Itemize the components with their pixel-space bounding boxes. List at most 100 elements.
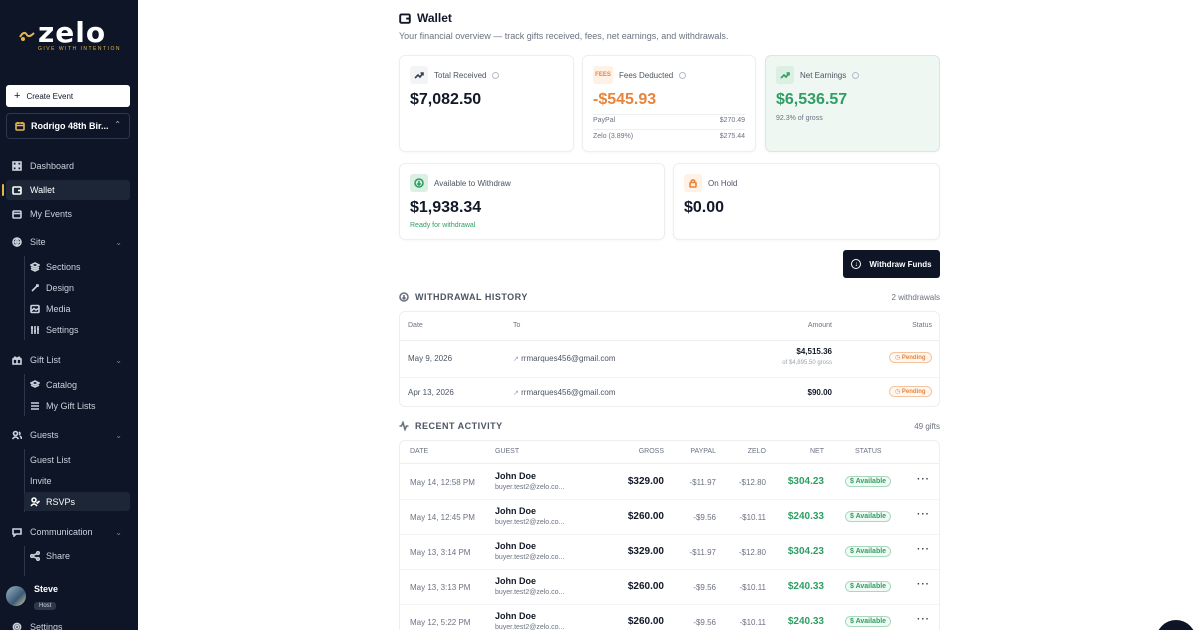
withdraw-funds-button[interactable]: ↓ Withdraw Funds xyxy=(843,250,940,278)
guest-email: buyer.test2@zelo.co... xyxy=(495,589,565,596)
status-badge: $ Available xyxy=(845,616,892,627)
total-received-value: $7,082.50 xyxy=(410,91,482,108)
page-title: Wallet xyxy=(399,11,452,25)
section-title: WITHDRAWAL HISTORY xyxy=(415,292,528,302)
sidebar-item-rsvps[interactable]: RSVPs xyxy=(24,492,130,511)
col-header-to: To xyxy=(513,322,521,329)
sidebar-item-label: Invite xyxy=(30,475,52,486)
info-icon[interactable] xyxy=(852,71,860,79)
external-link-icon: ↗ xyxy=(513,390,519,397)
gross-amount: $260.00 xyxy=(627,581,664,592)
guest-name: John Doe xyxy=(495,576,537,586)
net-amount: $304.23 xyxy=(787,546,824,557)
sidebar-item-site-settings[interactable]: Settings xyxy=(24,320,130,339)
fee-row: Zelo (3.89%) $275.44 xyxy=(593,133,745,140)
fee-row: PayPal $270.49 xyxy=(593,117,745,124)
divider xyxy=(400,340,939,341)
create-event-button[interactable]: + Create Event xyxy=(6,85,130,107)
paypal-fee: -$11.97 xyxy=(689,478,716,487)
sliders-icon xyxy=(30,325,40,335)
on-hold-value: $0.00 xyxy=(684,199,725,216)
status-badge-label: Pending xyxy=(901,355,926,361)
sidebar-item-share[interactable]: Share xyxy=(24,546,130,565)
activity-table: DATE GUEST GROSS PAYPAL ZELO NET STATUS … xyxy=(399,440,940,630)
logo-mark-icon xyxy=(19,31,35,41)
sidebar-item-sections[interactable]: Sections xyxy=(24,257,130,276)
more-actions-icon[interactable]: ··· xyxy=(917,474,930,485)
status-badge-label: Available xyxy=(855,513,887,520)
sidebar-item-communication[interactable]: Communication ⌄ xyxy=(6,522,130,542)
arrow-down-circle-icon xyxy=(399,292,409,302)
fee-name: Zelo (3.89%) xyxy=(593,133,634,140)
paypal-fee: -$9.56 xyxy=(693,618,716,627)
divider xyxy=(400,463,939,464)
withdrawal-date: Apr 13, 2026 xyxy=(408,388,454,397)
info-icon[interactable] xyxy=(679,71,687,79)
gift-count: 49 gifts xyxy=(914,422,940,431)
lock-icon xyxy=(684,174,702,192)
sidebar-item-wallet[interactable]: Wallet xyxy=(2,180,130,200)
sidebar-item-guests[interactable]: Guests ⌄ xyxy=(6,425,130,445)
paypal-fee: -$11.97 xyxy=(689,548,716,557)
sidebar-item-my-gift-lists[interactable]: My Gift Lists xyxy=(24,396,130,415)
paypal-fee: -$9.56 xyxy=(693,513,716,522)
user-name: Steve xyxy=(34,584,59,594)
page-title-text: Wallet xyxy=(417,11,452,25)
more-actions-icon[interactable]: ··· xyxy=(917,614,930,625)
card-label: Net Earnings xyxy=(800,70,847,80)
event-selector[interactable]: Rodrigo 48th Bir... ⌃ xyxy=(6,113,130,139)
sidebar-item-my-events[interactable]: My Events xyxy=(6,204,130,224)
available-value: $1,938.34 xyxy=(410,199,482,216)
role-badge: Host xyxy=(34,602,57,610)
sidebar-item-site[interactable]: Site ⌄ xyxy=(6,232,130,252)
chevron-updown-icon: ⌃ xyxy=(114,120,121,129)
sidebar-item-media[interactable]: Media xyxy=(24,299,130,318)
sidebar-item-label: Communication xyxy=(30,527,93,537)
sidebar-item-invite[interactable]: Invite xyxy=(24,471,130,490)
net-amount: $240.33 xyxy=(787,581,824,592)
sidebar-item-label: Guest List xyxy=(30,454,71,465)
fee-amount: $275.44 xyxy=(719,133,745,140)
divider xyxy=(593,114,745,115)
status-badge-label: Available xyxy=(855,548,887,555)
card-header: Net Earnings xyxy=(776,66,860,84)
available-note: Ready for withdrawal xyxy=(410,222,476,229)
status-badge-label: Available xyxy=(855,618,887,625)
more-actions-icon[interactable]: ··· xyxy=(917,509,930,520)
paypal-fee: -$9.56 xyxy=(693,583,716,592)
grid-icon xyxy=(12,161,22,171)
sidebar-item-label: Dashboard xyxy=(30,161,75,171)
logo[interactable]: zelo GIVE WITH INTENTION xyxy=(18,16,128,56)
fee-name: PayPal xyxy=(593,117,616,124)
sidebar-item-dashboard[interactable]: Dashboard xyxy=(6,156,130,176)
guest-email: buyer.test2@zelo.co... xyxy=(495,624,565,630)
info-icon[interactable] xyxy=(492,71,500,79)
sidebar-item-gift-list[interactable]: Gift List ⌄ xyxy=(6,350,130,370)
guest-name: John Doe xyxy=(495,611,537,621)
more-actions-icon[interactable]: ··· xyxy=(917,579,930,590)
sidebar-item-label: Gift List xyxy=(30,355,61,365)
more-actions-icon[interactable]: ··· xyxy=(917,544,930,555)
divider xyxy=(400,604,939,605)
card-label: Fees Deducted xyxy=(619,70,674,80)
user-profile[interactable]: Steve Host xyxy=(6,582,58,612)
guest-email: buyer.test2@zelo.co... xyxy=(495,519,565,526)
divider xyxy=(593,129,745,130)
sidebar-item-design[interactable]: Design xyxy=(24,278,130,297)
chat-launcher-button[interactable] xyxy=(1156,620,1196,630)
chevron-down-icon: ⌄ xyxy=(115,527,122,537)
col-header-amount: Amount xyxy=(807,322,832,329)
sidebar-item-label: Catalog xyxy=(46,379,78,390)
sidebar-item-catalog[interactable]: Catalog xyxy=(24,375,130,394)
sidebar-item-settings[interactable]: Settings xyxy=(12,622,63,630)
withdrawal-date: May 9, 2026 xyxy=(408,354,453,363)
card-header: FEES Fees Deducted xyxy=(593,66,687,84)
withdrawal-amount: $4,515.36 xyxy=(796,347,832,356)
card-label: On Hold xyxy=(708,178,738,188)
net-earnings-value: $6,536.57 xyxy=(776,91,848,108)
recent-activity-heading: RECENT ACTIVITY xyxy=(399,421,503,431)
available-card: Available to Withdraw $1,938.34 Ready fo… xyxy=(399,163,665,240)
sidebar-item-guest-list[interactable]: Guest List xyxy=(24,450,130,469)
arrow-down-circle-icon: ↓ xyxy=(851,259,862,269)
withdrawal-table: Date To Amount Status May 9, 2026 ↗ rrma… xyxy=(399,311,940,407)
